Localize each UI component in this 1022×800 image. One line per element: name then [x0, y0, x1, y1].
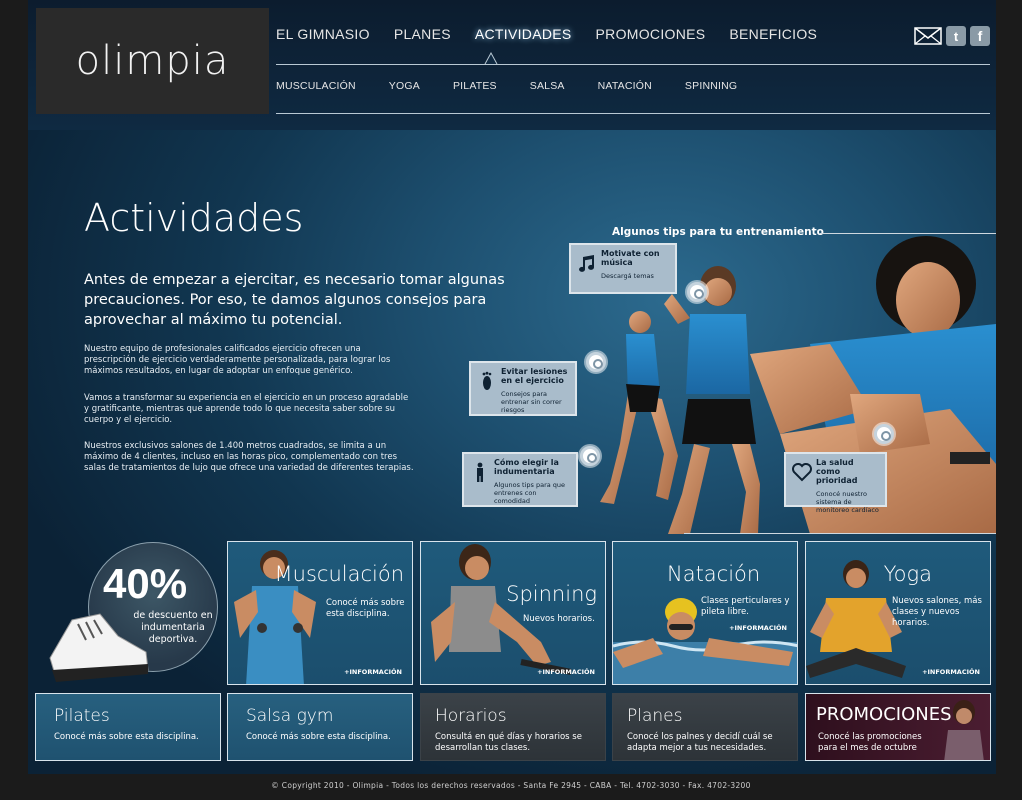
sub-nav-spinning[interactable]: SPINNING — [685, 80, 737, 92]
more-info-link[interactable]: +INFORMACIÓN — [537, 668, 595, 676]
tip-health[interactable]: La salud como prioridad Conocé nuestro s… — [784, 452, 887, 514]
tile-title: PROMOCIONES — [816, 704, 952, 725]
tile-title: Planes — [627, 706, 683, 726]
nav-item-promociones[interactable]: PROMOCIONES — [596, 26, 706, 42]
body-paragraph-2: Vamos a transformar su experiencia en el… — [84, 393, 409, 425]
tile-title: Horarios — [435, 706, 507, 726]
tile-title: Spinning — [506, 582, 597, 606]
more-info-link[interactable]: +INFORMACIÓN — [922, 668, 980, 676]
tile-description: Conocé más sobre esta disciplina. — [326, 598, 405, 619]
nav-divider — [276, 64, 990, 65]
tip-injuries[interactable]: Evitar lesiones en el ejercicio Consejos… — [469, 361, 577, 416]
body-paragraph-3: Nuestros exclusivos salones de 1.400 met… — [84, 441, 414, 473]
tip-hotspot[interactable] — [586, 352, 606, 372]
logo-text: olimpia — [75, 38, 230, 84]
tip-subtitle: Conocé nuestro sistema de monitoreo card… — [816, 490, 879, 514]
sub-nav-yoga[interactable]: YOGA — [389, 80, 420, 92]
nav-item-beneficios[interactable]: BENEFICIOS — [729, 26, 817, 42]
sub-nav-salsa[interactable]: SALSA — [530, 80, 565, 92]
tile-spinning[interactable]: Spinning Nuevos horarios. +INFORMACIÓN — [420, 541, 606, 685]
nav-item-actividades[interactable]: ACTIVIDADES — [475, 26, 572, 42]
facebook-icon[interactable]: f — [970, 26, 990, 46]
sub-nav-musculacion[interactable]: MUSCULACIÓN — [276, 80, 356, 92]
mail-icon[interactable] — [914, 27, 942, 45]
active-caret-icon — [484, 51, 498, 65]
tip-title: Motivate con música — [601, 249, 660, 267]
tile-title: Yoga — [883, 562, 932, 586]
tile-yoga[interactable]: Yoga Nuevos salones, más clases y nuevos… — [805, 541, 991, 685]
nav-item-planes[interactable]: PLANES — [394, 26, 451, 42]
tip-title: La salud como prioridad — [816, 458, 858, 485]
tile-description: Nuevos salones, más clases y nuevos hora… — [892, 596, 982, 628]
tile-description: Conocé más sobre esta disciplina. — [246, 732, 391, 742]
footprint-icon — [482, 371, 492, 390]
body-paragraph-1: Nuestro equipo de profesionales califica… — [84, 344, 391, 376]
tip-clothing[interactable]: Cómo elegir la indumentaria Algunos tips… — [462, 452, 578, 507]
tip-hotspot[interactable] — [687, 282, 707, 302]
page-title: Actividades — [84, 196, 304, 240]
tip-title: Cómo elegir la indumentaria — [494, 458, 559, 476]
main-nav: EL GIMNASIO PLANES ACTIVIDADES PROMOCION… — [276, 26, 841, 42]
tile-title: Pilates — [54, 706, 110, 726]
tip-hotspot[interactable] — [874, 424, 894, 444]
tile-horarios[interactable]: Horarios Consultá en qué días y horarios… — [420, 693, 606, 761]
tile-natacion[interactable]: Natación Clases perticulares y pileta li… — [612, 541, 798, 685]
tile-title: Natación — [667, 562, 761, 586]
tips-divider-bottom — [684, 533, 996, 534]
tile-title: Musculación — [274, 562, 404, 586]
heart-icon — [792, 463, 812, 482]
twitter-icon[interactable]: t — [946, 26, 966, 46]
sub-nav-natacion[interactable]: NATACIÓN — [598, 80, 652, 92]
footer-copyright: © Copyright 2010 - Olimpia - Todos los d… — [271, 781, 751, 790]
tip-subtitle: Descargá temas — [601, 272, 654, 280]
sub-nav-pilates[interactable]: PILATES — [453, 80, 497, 92]
sub-nav-divider — [276, 113, 990, 114]
tile-description: Nuevos horarios. — [523, 614, 595, 624]
tile-salsa-gym[interactable]: Salsa gym Conocé más sobre esta discipli… — [227, 693, 413, 761]
tip-music[interactable]: Motivate con música Descargá temas — [569, 243, 677, 294]
tile-planes[interactable]: Planes Conocé los palnes y decidí cuál s… — [612, 693, 798, 761]
tile-pilates[interactable]: Pilates Conocé más sobre esta disciplina… — [35, 693, 221, 761]
tip-hotspot[interactable] — [580, 446, 600, 466]
tile-promociones[interactable]: PROMOCIONES Conocé las promociones para … — [805, 693, 991, 761]
tip-subtitle: Algunos tips para que entrenes con comod… — [494, 481, 566, 505]
more-info-link[interactable]: +INFORMACIÓN — [729, 624, 787, 632]
tip-title: Evitar lesiones en el ejercicio — [501, 367, 568, 385]
more-info-link[interactable]: +INFORMACIÓN — [344, 668, 402, 676]
sneaker-image — [49, 613, 149, 682]
tile-description: Conocé más sobre esta disciplina. — [54, 732, 199, 742]
tile-description: Clases perticulares y pileta libre. — [701, 596, 790, 617]
sub-nav: MUSCULACIÓN YOGA PILATES SALSA NATACIÓN … — [276, 80, 770, 92]
person-icon — [477, 462, 483, 482]
tile-description: Consultá en qué días y horarios se desar… — [435, 732, 582, 753]
tile-description: Conocé las promociones para el mes de oc… — [818, 732, 922, 753]
music-note-icon — [579, 255, 595, 272]
tile-description: Conocé los palnes y decidí cuál se adapt… — [627, 732, 773, 753]
tile-title: Salsa gym — [246, 706, 334, 726]
nav-item-el-gimnasio[interactable]: EL GIMNASIO — [276, 26, 370, 42]
tip-subtitle: Consejos para entrenar sin correr riesgo… — [501, 390, 562, 414]
logo[interactable]: olimpia — [36, 8, 269, 114]
tile-musculacion[interactable]: Musculación Conocé más sobre esta discip… — [227, 541, 413, 685]
